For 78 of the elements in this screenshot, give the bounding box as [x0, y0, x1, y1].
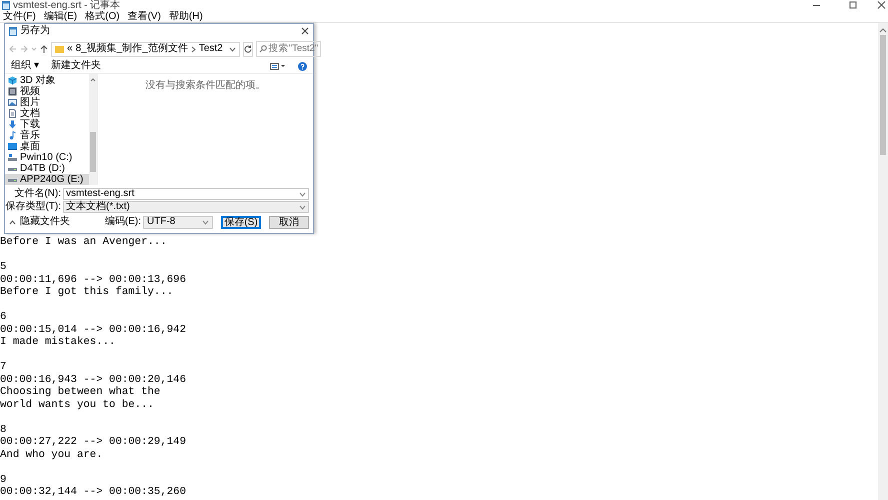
field-label: 文件名(N):	[13, 188, 61, 200]
menu-item[interactable]: 格式(O)	[85, 11, 120, 22]
film-icon	[8, 87, 17, 96]
sidebar-item[interactable]: 3D 对象	[5, 75, 89, 86]
sidebar-item[interactable]: 文档	[5, 108, 89, 120]
save-button[interactable]: 保存(S)	[221, 216, 261, 229]
subtitle-text: Before I was an Avenger...	[0, 236, 167, 248]
overflow-chevron[interactable]: «	[67, 43, 73, 56]
vertical-scrollbar[interactable]	[878, 23, 888, 500]
menu-item[interactable]: 编辑(E)	[44, 11, 78, 22]
subtitle-text: Choosing between what the	[0, 386, 160, 398]
window-title: vsmtest-eng.srt - 记事本	[13, 0, 120, 11]
sidebar-item[interactable]: 桌面	[5, 141, 89, 152]
subtitle-timestamp: 00:00:27,222 --> 00:00:29,149	[0, 436, 187, 448]
subtitle-text: Before I got this family...	[0, 286, 174, 298]
dialog-title: 另存为	[20, 25, 50, 38]
notepad-icon	[9, 26, 17, 36]
refresh-icon	[244, 45, 252, 54]
view-options-icon[interactable]	[270, 62, 286, 70]
field-label: 编码(E):	[104, 216, 141, 228]
breadcrumb[interactable]: 8_视频集_制作_范例文件	[76, 43, 188, 56]
subtitle-text: world wants you to be...	[0, 398, 154, 410]
cube-icon	[8, 76, 17, 86]
chevron-up-icon[interactable]	[9, 220, 16, 225]
caret-icon[interactable]	[228, 46, 236, 52]
subtitle-index: 9	[0, 474, 8, 486]
desktop-icon	[8, 142, 17, 152]
empty-message: 没有与搜索条件匹配的项。	[146, 80, 266, 94]
help-icon[interactable]	[298, 62, 307, 71]
file-name-field[interactable]: vsmtest-eng.srt	[63, 188, 309, 200]
sidebar-item[interactable]: 音乐	[5, 130, 89, 142]
address-bar[interactable]: « 8_视频集_制作_范例文件 Test2	[51, 42, 240, 57]
subtitle-timestamp: 00:00:11,696 --> 00:00:13,696	[0, 274, 187, 286]
menu-item[interactable]: 帮助(H)	[168, 11, 203, 22]
breadcrumb[interactable]: Test2	[198, 43, 223, 56]
maximize-icon[interactable]	[848, 0, 857, 10]
file-type-dropdown[interactable]: 文本文档(*.txt)	[63, 201, 309, 214]
sidebar-scrollbar[interactable]	[89, 74, 97, 186]
drive-icon	[8, 153, 17, 162]
subtitle-index: 7	[0, 361, 8, 374]
subtitle-index: 5	[0, 261, 8, 274]
up-arrow-icon[interactable]	[40, 45, 48, 54]
download-arrow-icon	[8, 120, 17, 130]
notepad-icon	[2, 1, 10, 10]
close-icon[interactable]	[877, 0, 886, 10]
sidebar-item[interactable]: D4TB (D:)	[5, 163, 89, 174]
encoding-dropdown[interactable]: UTF-8	[143, 216, 213, 229]
caret-icon[interactable]	[299, 192, 306, 197]
document-icon	[8, 109, 17, 118]
subtitle-index: 8	[0, 424, 8, 436]
picture-icon	[8, 98, 17, 108]
refresh-button[interactable]	[242, 42, 253, 57]
scroll-up-icon[interactable]	[878, 26, 888, 34]
menu-item[interactable]: 查看(V)	[128, 11, 161, 22]
sidebar-item[interactable]: 视频	[5, 86, 89, 98]
subtitle-text: I made mistakes...	[0, 336, 116, 348]
organize-menu[interactable]: 组织 ▾	[11, 60, 39, 72]
hide-folders-toggle[interactable]: 隐藏文件夹	[20, 216, 70, 228]
subtitle-text: And who you are.	[0, 448, 103, 460]
sidebar-item[interactable]: Pwin10 (C:)	[5, 152, 89, 164]
caret-icon[interactable]	[202, 220, 209, 225]
sidebar-item[interactable]: 下载	[5, 119, 89, 130]
field-label: 保存类型(T):	[5, 201, 61, 214]
cancel-button[interactable]: 取消	[269, 216, 309, 229]
sidebar-item[interactable]: 图片	[5, 97, 89, 108]
search-icon	[258, 45, 267, 54]
subtitle-timestamp: 00:00:16,943 --> 00:00:20,146	[0, 374, 187, 386]
sidebar-item[interactable]: APP240G (E:)	[5, 174, 89, 186]
folder-icon	[55, 45, 64, 54]
music-note-icon	[8, 131, 17, 140]
subtitle-timestamp: 00:00:15,014 --> 00:00:16,942	[0, 324, 187, 336]
scroll-up-icon[interactable]	[89, 76, 97, 83]
close-icon[interactable]	[301, 27, 309, 36]
subtitle-index: 6	[0, 311, 8, 324]
chevron-right-icon	[190, 46, 196, 53]
subtitle-timestamp: 00:00:32,144 --> 00:00:35,260	[0, 486, 187, 498]
new-folder-button[interactable]: 新建文件夹	[50, 60, 101, 72]
caret-icon[interactable]	[299, 204, 306, 210]
